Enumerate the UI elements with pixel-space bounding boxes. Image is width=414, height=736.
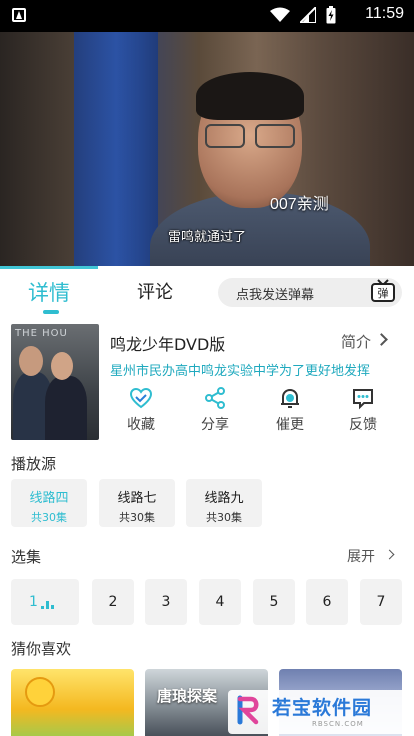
- source-list: 线路四 共30集 线路七 共30集 线路九 共30集: [11, 479, 401, 527]
- feedback-label: 反馈: [349, 417, 377, 433]
- video-subtitle: 雷鸣就通过了: [167, 230, 246, 245]
- show-description[interactable]: 星州市民办高中鸣龙实验中学为了更好地发挥: [110, 360, 400, 379]
- episodes-heading: 选集: [11, 548, 42, 566]
- feedback-button[interactable]: 反馈: [333, 386, 393, 434]
- intro-link[interactable]: 简介: [341, 331, 371, 352]
- status-icons: [270, 6, 336, 24]
- share-label: 分享: [201, 417, 229, 433]
- tab-comments[interactable]: 评论: [137, 278, 173, 304]
- recommend-heading: 猜你喜欢: [11, 640, 72, 658]
- brand-name: 若宝软件园: [272, 697, 373, 719]
- video-scene-hair: [196, 72, 304, 120]
- battery-icon: [326, 6, 336, 24]
- episode-7[interactable]: 7: [360, 579, 402, 625]
- bell-icon: [281, 388, 299, 408]
- episode-6[interactable]: 6: [306, 579, 348, 625]
- episode-3[interactable]: 3: [145, 579, 187, 625]
- show-title: 鸣龙少年DVD版: [110, 335, 226, 354]
- action-row: 收藏 分享 催更 反馈: [110, 386, 402, 442]
- urge-update-label: 催更: [276, 417, 304, 433]
- danmaku-toggle-icon[interactable]: 弹: [370, 279, 396, 303]
- danmaku-placeholder: 点我发送弹幕: [236, 288, 315, 303]
- sun-icon: [25, 677, 55, 707]
- share-icon: [205, 387, 225, 409]
- recommend-card[interactable]: [11, 669, 134, 736]
- detail-tabs: 详情 评论 点我发送弹幕 弹: [0, 266, 414, 318]
- now-playing-icon: [41, 601, 54, 609]
- wifi-icon: [270, 7, 290, 22]
- brand-logo-icon: [237, 695, 259, 725]
- tab-active-indicator: [43, 310, 59, 314]
- share-button[interactable]: 分享: [185, 386, 245, 434]
- show-info: THE HOU 鸣龙少年DVD版 简介 星州市民办高中鸣龙实验中学为了更好地发挥…: [0, 318, 414, 446]
- source-option-9[interactable]: 线路九 共30集: [186, 479, 262, 527]
- feedback-icon: [353, 389, 373, 410]
- episode-4[interactable]: 4: [199, 579, 241, 625]
- heart-icon: [129, 387, 153, 409]
- signal-icon: [300, 7, 316, 23]
- episode-5[interactable]: 5: [253, 579, 295, 625]
- chevron-right-icon: [384, 549, 395, 560]
- favorite-label: 收藏: [127, 417, 155, 433]
- expand-episodes-button[interactable]: 展开: [347, 546, 375, 566]
- brand-watermark: 若宝软件园 RBSCN.COM: [228, 690, 408, 734]
- show-poster: THE HOU: [11, 324, 99, 440]
- episode-list: 1 2 3 4 5 6 7: [11, 579, 403, 625]
- poster-text: THE HOU: [15, 328, 68, 339]
- progress-line: [0, 266, 98, 269]
- app-notification-icon: [12, 8, 26, 22]
- sources-heading: 播放源: [11, 455, 57, 473]
- danmaku-send-bar[interactable]: 点我发送弹幕 弹: [218, 278, 402, 307]
- tab-details[interactable]: 详情: [28, 277, 70, 307]
- recommend-card-title: 唐琅探案: [157, 687, 218, 705]
- video-player[interactable]: 007亲测 雷鸣就通过了: [0, 32, 414, 266]
- svg-text:弹: 弹: [378, 286, 389, 300]
- episode-2[interactable]: 2: [92, 579, 134, 625]
- episode-1[interactable]: 1: [11, 579, 79, 625]
- source-option-7[interactable]: 线路七 共30集: [99, 479, 175, 527]
- favorite-button[interactable]: 收藏: [111, 386, 171, 434]
- brand-sub: RBSCN.COM: [312, 720, 364, 728]
- video-scene-glasses: [205, 124, 295, 148]
- source-option-4[interactable]: 线路四 共30集: [11, 479, 87, 527]
- chevron-right-icon: [375, 333, 388, 346]
- status-time: 11:59: [365, 5, 404, 22]
- video-watermark: 007亲测: [270, 196, 329, 213]
- urge-update-button[interactable]: 催更: [260, 386, 320, 434]
- status-bar: 11:59: [0, 0, 414, 32]
